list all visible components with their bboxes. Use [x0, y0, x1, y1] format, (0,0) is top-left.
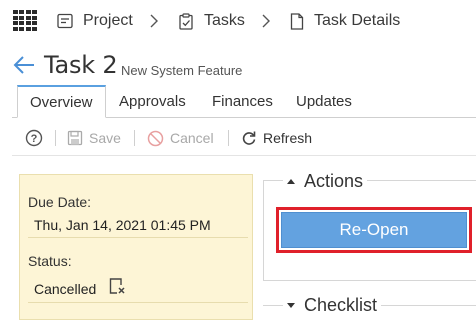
breadcrumb-task-details[interactable]: Task Details — [290, 11, 400, 31]
help-button[interactable]: ? — [25, 129, 49, 147]
reopen-button[interactable]: Re-Open — [281, 212, 467, 248]
actions-header[interactable]: Actions — [283, 170, 368, 192]
due-date-label: Due Date: — [28, 194, 92, 210]
cancel-button[interactable]: Cancel — [147, 129, 214, 147]
save-icon — [67, 130, 83, 146]
breadcrumb-label: Task Details — [314, 12, 401, 29]
back-arrow-icon[interactable] — [13, 55, 35, 75]
checklist-header[interactable]: Checklist — [283, 294, 382, 316]
cancel-label: Cancel — [170, 130, 214, 146]
save-button[interactable]: Save — [67, 129, 121, 147]
page-subtitle: New System Feature — [121, 63, 243, 78]
toolbar-separator — [228, 130, 229, 146]
breadcrumb-tasks[interactable]: Tasks — [178, 11, 245, 31]
chevron-right-icon — [262, 14, 270, 28]
refresh-icon — [242, 131, 256, 145]
task-info-panel: Due Date: Thu, Jan 14, 2021 01:45 PM Sta… — [19, 174, 253, 320]
refresh-button[interactable]: Refresh — [241, 129, 312, 147]
breadcrumb-project[interactable]: Project — [57, 11, 133, 31]
save-label: Save — [89, 130, 121, 146]
collapse-caret-icon — [287, 178, 295, 184]
breadcrumb-label: Project — [83, 12, 133, 29]
page-title: Task 2 — [44, 51, 118, 79]
info-divider — [28, 302, 248, 303]
document-icon — [290, 12, 304, 30]
toolbar: ? Save Cancel Refresh — [0, 122, 476, 152]
clipboard-check-icon — [179, 12, 193, 30]
help-icon: ? — [25, 129, 43, 147]
checklist-title: Checklist — [304, 294, 378, 315]
project-icon — [57, 13, 73, 29]
actions-title: Actions — [304, 170, 364, 191]
tab-updates[interactable]: Updates — [284, 85, 364, 118]
cancelled-status-icon — [109, 278, 125, 294]
status-label: Status: — [28, 253, 72, 269]
due-date-value: Thu, Jan 14, 2021 01:45 PM — [34, 217, 211, 233]
refresh-label: Refresh — [263, 130, 313, 146]
expand-caret-icon — [287, 302, 295, 308]
app-grid-icon[interactable] — [13, 10, 37, 32]
toolbar-divider — [12, 155, 476, 156]
tab-approvals[interactable]: Approvals — [107, 85, 198, 118]
svg-text:?: ? — [31, 133, 38, 145]
chevron-right-icon — [150, 14, 158, 28]
toolbar-separator — [55, 130, 56, 146]
cancel-icon — [147, 130, 164, 146]
top-bar: Project Tasks Task Details — [0, 0, 476, 42]
breadcrumb-label: Tasks — [204, 12, 245, 29]
status-value: Cancelled — [34, 281, 97, 297]
info-divider — [28, 237, 248, 238]
toolbar-separator — [134, 130, 135, 146]
tab-overview[interactable]: Overview — [17, 85, 106, 118]
tab-finances[interactable]: Finances — [200, 85, 285, 118]
